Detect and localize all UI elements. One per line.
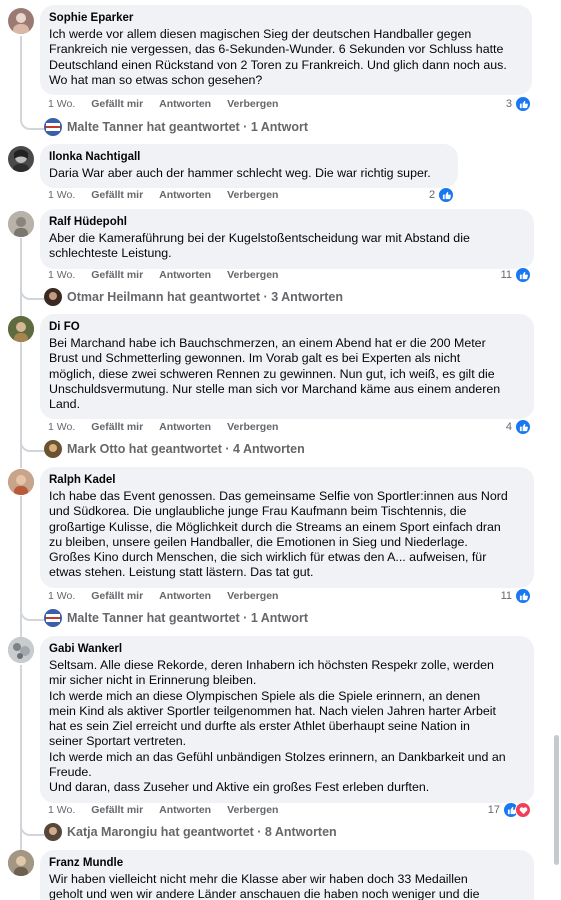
hide-button[interactable]: Verbergen <box>227 97 278 111</box>
comment-time[interactable]: 1 Wo. <box>48 97 75 111</box>
comment-author[interactable]: Di FO <box>49 320 524 335</box>
comment-feed: Sophie Eparker Ich werde vor allem diese… <box>0 0 561 900</box>
like-button[interactable]: Gefällt mir <box>91 589 143 603</box>
comment-bubble: Di FO Bei Marchand habe ich Bauchschmerz… <box>40 314 534 420</box>
reply-button[interactable]: Antworten <box>159 268 211 282</box>
comment-bubble: Gabi Wankerl Seltsam. Alle diese Rekorde… <box>40 636 534 803</box>
thumbs-up-icon <box>515 419 531 435</box>
scrollbar[interactable] <box>554 735 559 865</box>
comment-actions: 1 Wo. Gefällt mir Antworten Verbergen <box>48 420 294 434</box>
comment-time[interactable]: 1 Wo. <box>48 420 75 434</box>
reaction-count: 11 <box>500 590 512 602</box>
view-replies-link[interactable]: Malte Tanner hat geantwortet · 1 Antwort <box>44 117 308 137</box>
comment-time[interactable]: 1 Wo. <box>48 188 75 202</box>
hide-button[interactable]: Verbergen <box>227 420 278 434</box>
comment-time[interactable]: 1 Wo. <box>48 268 75 282</box>
reply-avatar <box>44 440 62 458</box>
reply-avatar <box>44 118 62 136</box>
view-replies-link[interactable]: Mark Otto hat geantwortet · 4 Antworten <box>44 439 305 459</box>
reply-button[interactable]: Antworten <box>159 188 211 202</box>
comment-text: Ich habe das Event genossen. Das gemeins… <box>49 489 508 580</box>
comment-bubble: Ralf Hüdepohl Aber die Kameraführung bei… <box>40 209 534 269</box>
reaction-summary[interactable]: 11 <box>501 588 531 604</box>
hide-button[interactable]: Verbergen <box>227 268 278 282</box>
reply-button[interactable]: Antworten <box>159 97 211 111</box>
comment-bubble: Ilonka Nachtigall Daria War aber auch de… <box>40 144 458 189</box>
comment-text: Seltsam. Alle diese Rekorde, deren Inhab… <box>49 658 506 795</box>
reaction-count: 3 <box>505 98 512 110</box>
reaction-summary[interactable]: 11 <box>501 267 531 283</box>
thumbs-up-icon <box>438 187 455 203</box>
view-replies-link[interactable]: Malte Tanner hat geantwortet · 1 Antwort <box>44 608 308 628</box>
view-replies-link[interactable]: Otmar Heilmann hat geantwortet · 3 Antwo… <box>44 287 343 307</box>
reply-summary-text[interactable]: Otmar Heilmann hat geantwortet · 3 Antwo… <box>67 290 343 304</box>
comment-text: Wir haben vielleicht nicht mehr die Klas… <box>49 872 480 900</box>
reaction-count: 11 <box>500 269 512 281</box>
reaction-summary[interactable]: 4 <box>506 419 531 435</box>
comment-author[interactable]: Ralf Hüdepohl <box>49 215 524 230</box>
reaction-count: 2 <box>429 189 436 201</box>
view-replies-link[interactable]: Katja Marongiu hat geantwortet · 8 Antwo… <box>44 822 337 842</box>
comment-actions: 1 Wo. Gefällt mir Antworten Verbergen <box>48 97 294 111</box>
avatar[interactable] <box>8 637 34 663</box>
comment-bubble: Franz Mundle Wir haben vielleicht nicht … <box>40 850 534 900</box>
avatar[interactable] <box>8 211 34 237</box>
avatar[interactable] <box>8 850 34 876</box>
avatar[interactable] <box>8 316 34 342</box>
thumbs-up-icon <box>515 267 531 283</box>
heart-icon <box>515 802 531 818</box>
like-button[interactable]: Gefällt mir <box>91 268 143 282</box>
reply-button[interactable]: Antworten <box>159 589 211 603</box>
thumbs-up-icon <box>515 96 531 112</box>
hide-button[interactable]: Verbergen <box>227 803 278 817</box>
reaction-summary[interactable]: 3 <box>506 96 531 112</box>
comment-author[interactable]: Gabi Wankerl <box>49 642 524 657</box>
like-button[interactable]: Gefällt mir <box>91 188 143 202</box>
like-button[interactable]: Gefällt mir <box>91 97 143 111</box>
comment-author[interactable]: Ralph Kadel <box>49 473 524 488</box>
reaction-summary[interactable]: 2 <box>429 187 455 203</box>
comment-bubble: Sophie Eparker Ich werde vor allem diese… <box>40 5 532 96</box>
reply-summary-text[interactable]: Mark Otto hat geantwortet · 4 Antworten <box>67 442 305 456</box>
reply-button[interactable]: Antworten <box>159 420 211 434</box>
reaction-summary[interactable]: 17 <box>488 802 531 818</box>
comment-text: Daria War aber auch der hammer schlecht … <box>49 166 431 180</box>
comment-actions: 1 Wo. Gefällt mir Antworten Verbergen <box>48 188 294 202</box>
reply-button[interactable]: Antworten <box>159 803 211 817</box>
hide-button[interactable]: Verbergen <box>227 589 278 603</box>
reaction-count: 4 <box>505 421 512 433</box>
reaction-count: 17 <box>487 804 500 816</box>
thumbs-up-icon <box>515 588 531 604</box>
reply-summary-text[interactable]: Malte Tanner hat geantwortet · 1 Antwort <box>67 611 308 625</box>
reply-avatar <box>44 823 62 841</box>
comment-author[interactable]: Sophie Eparker <box>49 11 522 26</box>
hide-button[interactable]: Verbergen <box>227 188 278 202</box>
comment-actions: 1 Wo. Gefällt mir Antworten Verbergen <box>48 268 294 282</box>
comment-time[interactable]: 1 Wo. <box>48 589 75 603</box>
comment-author[interactable]: Ilonka Nachtigall <box>49 150 448 165</box>
comment-time[interactable]: 1 Wo. <box>48 803 75 817</box>
reply-avatar <box>44 288 62 306</box>
reply-summary-text[interactable]: Katja Marongiu hat geantwortet · 8 Antwo… <box>67 825 337 839</box>
comment-bubble: Ralph Kadel Ich habe das Event genossen.… <box>40 467 534 588</box>
comment-text: Ich werde vor allem diesen magischen Sie… <box>49 27 507 87</box>
comment-text: Aber die Kameraführung bei der Kugelstoß… <box>49 231 470 261</box>
avatar[interactable] <box>8 146 34 172</box>
like-button[interactable]: Gefällt mir <box>91 803 143 817</box>
reply-summary-text[interactable]: Malte Tanner hat geantwortet · 1 Antwort <box>67 120 308 134</box>
comment-actions: 1 Wo. Gefällt mir Antworten Verbergen <box>48 803 294 817</box>
comment-actions: 1 Wo. Gefällt mir Antworten Verbergen <box>48 589 294 603</box>
avatar[interactable] <box>8 469 34 495</box>
reply-avatar <box>44 609 62 627</box>
avatar[interactable] <box>8 8 34 34</box>
comment-text: Bei Marchand habe ich Bauchschmerzen, an… <box>49 336 501 412</box>
like-button[interactable]: Gefällt mir <box>91 420 143 434</box>
comment-author[interactable]: Franz Mundle <box>49 856 524 871</box>
